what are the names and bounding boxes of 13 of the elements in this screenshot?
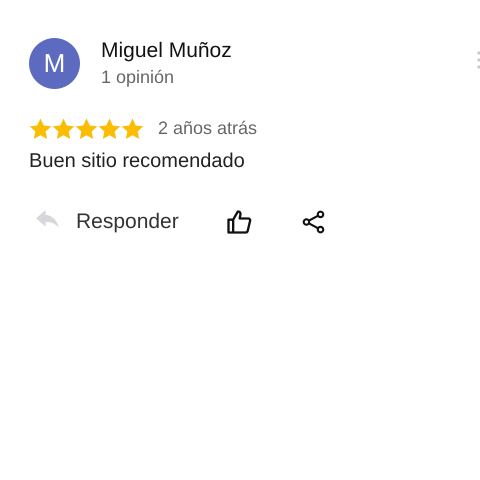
share-icon[interactable] [300,208,327,236]
author-name: Miguel Muñoz [101,38,232,64]
star-icon [75,118,98,140]
star-icon [98,118,121,140]
review-count: 1 opinión [101,66,176,89]
review-text: Buen sitio recomendado [29,149,246,174]
star-icon [52,118,75,140]
star-icon [29,118,52,140]
review-time: 2 años atrás [158,117,258,140]
avatar: M [29,38,80,89]
star-icon [121,118,144,140]
reply-button[interactable]: Responder [29,206,179,238]
thumbs-up-icon[interactable] [224,208,253,236]
